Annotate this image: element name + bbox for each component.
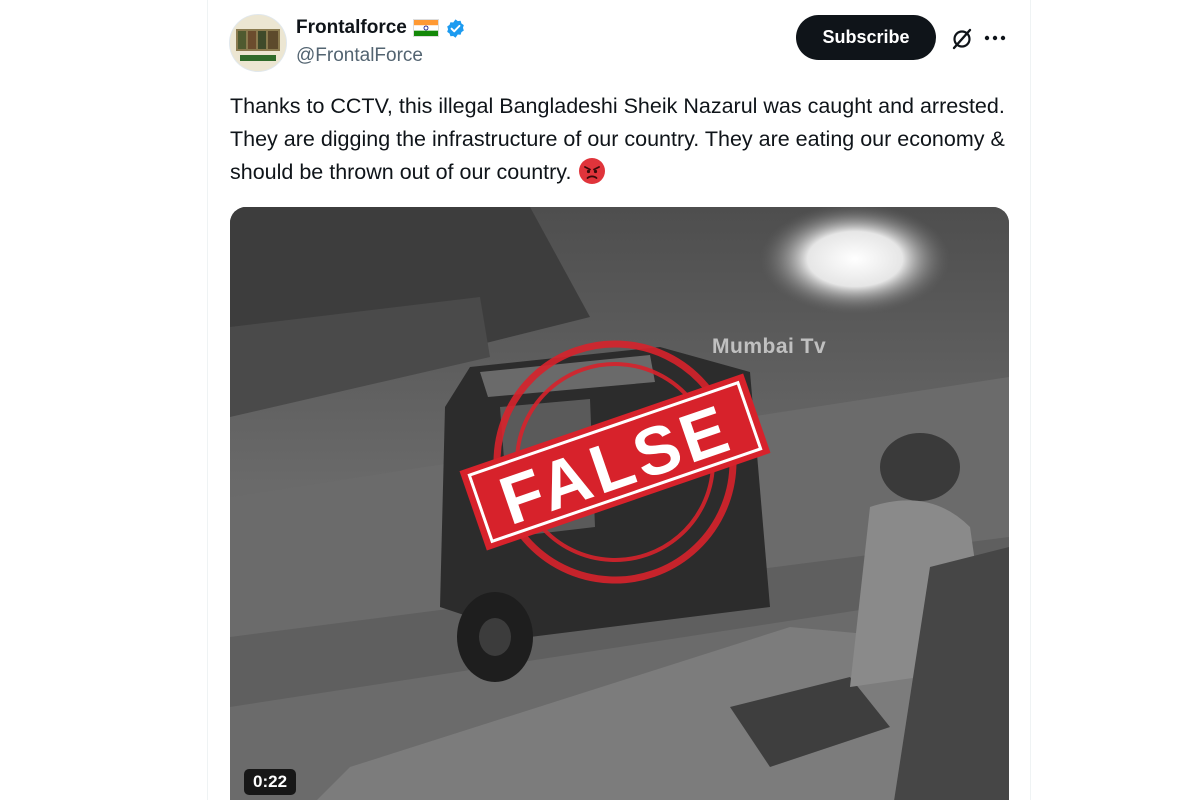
verified-badge-icon (445, 18, 466, 39)
author-display-name[interactable]: Frontalforce (296, 17, 407, 39)
india-flag-icon (412, 19, 439, 37)
angry-face-emoji-icon (579, 158, 606, 184)
grok-icon[interactable] (950, 27, 974, 51)
author-handle[interactable]: @FrontalForce (296, 45, 423, 67)
video-duration-badge: 0:22 (244, 769, 297, 795)
more-horizontal-icon[interactable] (984, 20, 1006, 54)
avatar[interactable] (230, 15, 286, 71)
video-player[interactable]: FALSE Mumbai Tv 0:22 (230, 207, 1009, 800)
video-frame: FALSE (230, 207, 1009, 800)
author-name-row[interactable]: Frontalforce (296, 17, 466, 39)
tweet-card: Frontalforce @FrontalForce Subscribe Tha… (207, 0, 1031, 800)
video-watermark: Mumbai Tv (712, 335, 827, 358)
tweet-body: Thanks to CCTV, this illegal Bangladeshi… (230, 94, 1005, 184)
subscribe-button[interactable]: Subscribe (796, 15, 936, 60)
tweet-text: Thanks to CCTV, this illegal Bangladeshi… (230, 90, 1010, 189)
